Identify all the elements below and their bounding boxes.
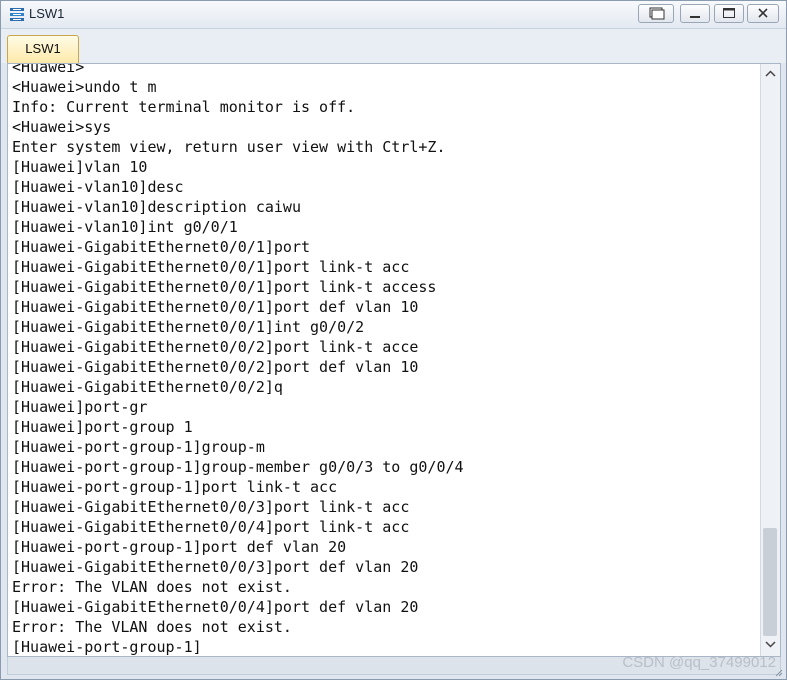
window-title: LSW1 <box>29 6 65 21</box>
minimize-icon <box>690 16 700 18</box>
terminal-line: [Huawei-GigabitEthernet0/0/3]port def vl… <box>12 558 419 576</box>
terminal-line: Enter system view, return user view with… <box>12 138 446 156</box>
chevron-down-icon[interactable] <box>764 638 777 650</box>
terminal-line: [Huawei-GigabitEthernet0/0/1]int g0/0/2 <box>12 318 365 336</box>
terminal-line: [Huawei-GigabitEthernet0/0/2]q <box>12 378 283 396</box>
terminal-line: <Huawei>undo t m <box>12 78 157 96</box>
terminal-window: LSW1 LSW1 <Huawei> <Huawei>undo t m Info… <box>0 0 787 680</box>
terminal-line: [Huawei-port-group-1]port def vlan 20 <box>12 538 347 556</box>
switch-icon <box>10 8 24 21</box>
terminal-line: Error: The VLAN does not exist. <box>12 618 292 636</box>
terminal-line: [Huawei]port-gr <box>12 398 148 416</box>
terminal-line: [Huawei-port-group-1]group-member g0/0/3… <box>12 458 464 476</box>
terminal-line: Error: The VLAN does not exist. <box>12 578 292 596</box>
terminal-viewport[interactable]: <Huawei> <Huawei>undo t m Info: Current te… <box>7 63 781 657</box>
terminal-line: [Huawei]vlan 10 <box>12 158 148 176</box>
terminal-line: [Huawei-GigabitEthernet0/0/1]port link-t… <box>12 278 437 296</box>
terminal-line: [Huawei]port-group 1 <box>12 418 193 436</box>
terminal-line: [Huawei-GigabitEthernet0/0/1]port def vl… <box>12 298 419 316</box>
terminal-line: [Huawei-vlan10]description caiwu <box>12 198 301 216</box>
terminal-line: <Huawei> <box>12 63 85 76</box>
terminal-line: [Huawei-GigabitEthernet0/0/3]port link-t… <box>12 498 410 516</box>
close-button[interactable] <box>747 4 779 23</box>
restore-button[interactable] <box>638 4 674 23</box>
terminal-line: Info: Current terminal monitor is off. <box>12 98 356 116</box>
tab-strip: LSW1 <box>1 29 786 63</box>
chevron-up-icon[interactable] <box>764 68 777 80</box>
maximize-icon <box>723 8 735 18</box>
tab-lsw1[interactable]: LSW1 <box>7 35 79 63</box>
terminal-line: [Huawei-port-group-1]group-m <box>12 438 265 456</box>
terminal-line: [Huawei-vlan10]int g0/0/1 <box>12 218 238 236</box>
maximize-button[interactable] <box>714 4 744 23</box>
resize-grip-icon[interactable] <box>773 667 783 677</box>
vertical-scrollbar[interactable] <box>760 64 780 656</box>
minimize-button[interactable] <box>680 4 710 23</box>
close-icon <box>758 8 768 18</box>
terminal-line: [Huawei-GigabitEthernet0/0/2]port link-t… <box>12 338 419 356</box>
terminal-line: [Huawei-GigabitEthernet0/0/4]port def vl… <box>12 598 419 616</box>
title-bar[interactable]: LSW1 <box>1 1 786 29</box>
restore-window-icon <box>649 7 665 20</box>
terminal-line: [Huawei-port-group-1]port link-t acc <box>12 478 338 496</box>
terminal-line: [Huawei-GigabitEthernet0/0/1]port <box>12 238 311 256</box>
terminal-line: [Huawei-GigabitEthernet0/0/1]port link-t… <box>12 258 410 276</box>
terminal-line: <Huawei>sys <box>12 118 112 136</box>
terminal-output[interactable]: <Huawei> <Huawei>undo t m Info: Current te… <box>12 63 760 656</box>
terminal-line: [Huawei-GigabitEthernet0/0/4]port link-t… <box>12 518 410 536</box>
terminal-line: [Huawei-GigabitEthernet0/0/2]port def vl… <box>12 358 419 376</box>
terminal-line: [Huawei-vlan10]desc <box>12 178 184 196</box>
scrollbar-thumb[interactable] <box>763 528 777 636</box>
watermark: CSDN @qq_37499012 <box>622 654 776 671</box>
